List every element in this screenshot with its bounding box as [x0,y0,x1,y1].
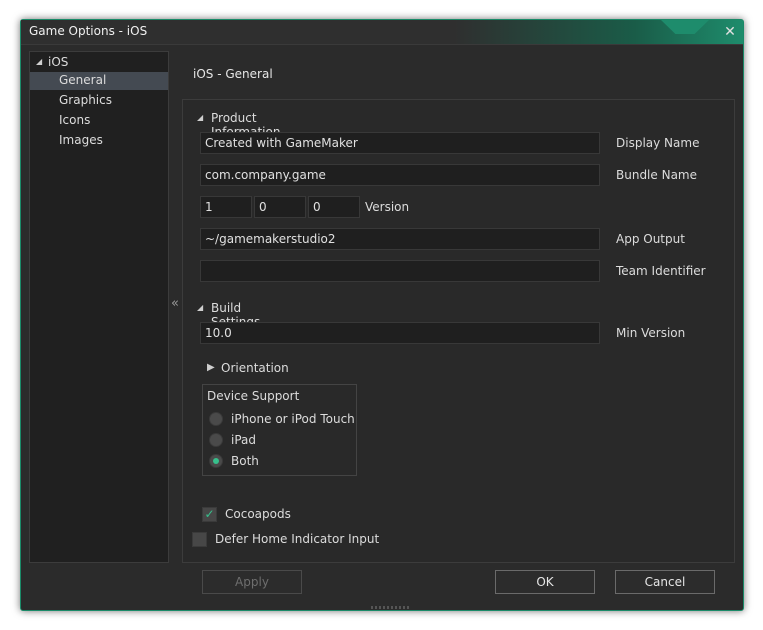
min-version-label: Min Version [616,326,686,340]
tree-root-ios[interactable]: ◢ iOS [30,54,168,72]
bundle-name-field[interactable]: com.company.game [200,164,600,186]
radio-label: iPhone or iPod Touch [231,412,355,426]
radio-button[interactable] [209,412,223,426]
settings-panel: ◢ Product Information Created with GameM… [182,99,735,563]
collapse-arrow-icon[interactable]: ◢ [197,303,203,312]
display-name-label: Display Name [616,136,700,150]
radio-label: iPad [231,433,257,447]
min-version-field[interactable]: 10.0 [200,322,600,344]
section-title: Orientation [221,361,289,375]
tree-item-label: Icons [59,113,91,127]
window-title: Game Options - iOS [29,24,148,38]
bundle-name-label: Bundle Name [616,168,697,182]
page-title: iOS - General [193,67,273,81]
version-label: Version [365,200,410,214]
apply-button[interactable]: Apply [202,570,302,594]
checkbox-checked[interactable]: ✓ [202,507,217,522]
team-identifier-label: Team Identifier [616,264,706,278]
tree-item-general[interactable]: General [30,72,168,90]
radio-button-selected[interactable] [209,454,223,468]
collapse-panel-icon[interactable]: « [170,296,180,312]
collapse-arrow-icon[interactable]: ◢ [197,113,203,122]
checkbox-label: Cocoapods [225,507,291,521]
app-output-field[interactable]: ~/gamemakerstudio2 [200,228,600,250]
display-name-field[interactable]: Created with GameMaker [200,132,600,154]
app-output-label: App Output [616,232,685,246]
team-identifier-field[interactable] [200,260,600,282]
expand-arrow-icon[interactable]: ▶ [207,362,215,373]
ok-button[interactable]: OK [495,570,595,594]
group-title: Device Support [207,389,300,403]
cancel-button[interactable]: Cancel [615,570,715,594]
tree-root-label: iOS [48,55,69,69]
tree-item-label: Graphics [59,93,112,107]
radio-label: Both [231,454,259,468]
tree-item-label: General [59,73,107,87]
tree-item-label: Images [59,133,103,147]
version-patch-field[interactable]: 0 [308,196,360,218]
resize-grip-icon[interactable] [371,606,411,609]
radio-button[interactable] [209,433,223,447]
version-minor-field[interactable]: 0 [254,196,306,218]
game-options-window: Game Options - iOS ✕ ◢ iOS General Graph… [20,19,744,611]
device-support-group: Device Support iPhone or iPod Touch iPad… [202,384,357,476]
expand-arrow-icon[interactable]: ◢ [36,57,42,66]
checkbox[interactable] [192,532,207,547]
checkbox-label: Defer Home Indicator Input [215,532,380,546]
tree-item-icons[interactable]: Icons [30,112,168,130]
title-bar[interactable]: Game Options - iOS ✕ [21,20,743,45]
tree-item-images[interactable]: Images [30,132,168,150]
version-major-field[interactable]: 1 [200,196,252,218]
close-icon[interactable]: ✕ [721,23,739,41]
options-tree: ◢ iOS General Graphics Icons Images [29,51,169,563]
title-notch-decoration [661,20,709,34]
tree-item-graphics[interactable]: Graphics [30,92,168,110]
